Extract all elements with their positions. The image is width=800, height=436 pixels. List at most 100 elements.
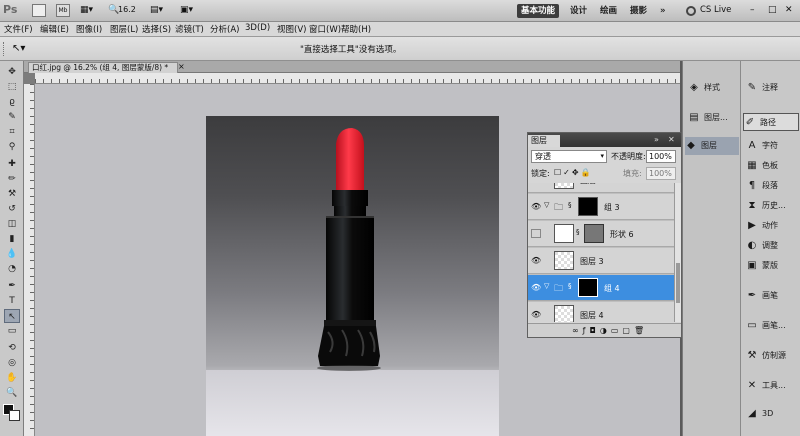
cs-live-button[interactable]: CS Live	[700, 5, 740, 17]
workspace-essentials[interactable]: 基本功能	[517, 4, 560, 18]
workspace-photography[interactable]: 摄影	[626, 4, 651, 18]
type-tool-icon[interactable]: T	[4, 294, 20, 308]
document-tab[interactable]: 口红.jpg @ 16.2% (组 4, 图层蒙版/8) *	[28, 62, 178, 73]
document-close-button[interactable]: ×	[178, 62, 188, 72]
menu-3d[interactable]: 3D(D)	[245, 23, 270, 33]
expand-arrow-icon[interactable]: ▽	[544, 282, 549, 290]
eye-icon[interactable]: 👁	[531, 310, 541, 319]
eye-icon[interactable]: 👁	[531, 183, 541, 184]
delete-layer-icon[interactable]: 🗑	[634, 326, 648, 335]
lasso-tool-icon[interactable]: ϱ	[4, 95, 20, 109]
lock-icons[interactable]: ☐✓✥🔒	[554, 168, 602, 180]
eye-icon[interactable]: 👁	[531, 202, 541, 211]
dock-notes[interactable]: ✎ 注释	[746, 79, 778, 97]
opacity-input[interactable]: 100%	[646, 150, 676, 163]
layers-tab[interactable]: 图层	[528, 135, 560, 147]
view-extras-dropdown[interactable]: ▦▾	[80, 5, 98, 17]
mini-bridge-icon[interactable]: Mb	[56, 4, 70, 17]
dock-brush-presets[interactable]: ▭ 画笔...	[746, 317, 785, 335]
dock-swatches[interactable]: ▦ 色板	[746, 157, 778, 175]
dock-tool-presets[interactable]: ✕ 工具...	[746, 377, 786, 395]
blend-mode-select[interactable]: 穿透 ▾	[531, 150, 607, 163]
pen-tool-icon[interactable]: ✒	[4, 279, 20, 293]
menu-view[interactable]: 视图(V)	[277, 23, 306, 35]
menu-layer[interactable]: 图层(L)	[110, 23, 138, 35]
zoom-level[interactable]: 16.2	[118, 5, 142, 17]
layer-row[interactable]: 👁 图层	[528, 183, 674, 193]
eyedropper-tool-icon[interactable]: ⚲	[4, 140, 20, 154]
layer-row-group-4[interactable]: 👁 ▽ 🗀 § 组 4	[528, 275, 674, 301]
maximize-button[interactable]: □	[768, 5, 778, 17]
menu-analysis[interactable]: 分析(A)	[210, 23, 239, 35]
dock-styles[interactable]: ◈ 样式	[688, 79, 720, 97]
brush-tool-icon[interactable]: ✏	[4, 172, 20, 186]
screen-mode-dropdown[interactable]: ▣▾	[180, 5, 198, 17]
dock-adjustments[interactable]: ◐ 调整	[746, 237, 778, 255]
dock-paragraph[interactable]: ¶ 段落	[746, 177, 778, 195]
3d-rotate-tool-icon[interactable]: ⟲	[4, 341, 20, 355]
direct-selection-tool-icon[interactable]: ↖	[4, 309, 20, 323]
menu-filter[interactable]: 滤镜(T)	[175, 23, 204, 35]
menu-help[interactable]: 帮助(H)	[341, 23, 371, 35]
expand-arrow-icon[interactable]: ▽	[544, 201, 549, 209]
eye-icon-hidden[interactable]	[531, 229, 541, 238]
dock-brushes[interactable]: ✒ 画笔	[746, 287, 778, 305]
fill-input[interactable]: 100%	[646, 167, 676, 180]
direct-selection-tool-icon[interactable]: ↖▾	[12, 43, 30, 55]
dock-character[interactable]: A 字符	[746, 137, 778, 155]
link-layers-icon[interactable]: ∞	[572, 326, 583, 335]
new-group-icon[interactable]: ▭	[611, 326, 623, 335]
dock-masks[interactable]: ▣ 蒙版	[746, 257, 778, 275]
hand-tool-icon[interactable]: ✋	[4, 371, 20, 385]
workspace-painting[interactable]: 绘画	[596, 4, 621, 18]
launch-bridge-icon[interactable]	[32, 4, 46, 17]
tool-presets-icon: ✕	[747, 380, 757, 391]
panel-collapse-icon[interactable]: »	[654, 135, 664, 145]
add-mask-icon[interactable]: ◘	[590, 326, 600, 335]
move-tool-icon[interactable]: ✥	[4, 65, 20, 79]
arrange-documents-dropdown[interactable]: ▤▾	[150, 5, 168, 17]
new-layer-icon[interactable]: ▢	[622, 326, 634, 335]
menu-edit[interactable]: 编辑(E)	[40, 23, 69, 35]
dock-history[interactable]: ⧗ 历史...	[746, 197, 785, 215]
layer-row-layer-4[interactable]: 👁 图层 4	[528, 302, 674, 322]
eye-icon[interactable]: 👁	[531, 256, 541, 265]
blur-tool-icon[interactable]: 💧	[4, 247, 20, 261]
healing-brush-tool-icon[interactable]: ✚	[4, 157, 20, 171]
zoom-tool-icon[interactable]: 🔍	[4, 386, 20, 400]
background-color-swatch[interactable]	[9, 410, 20, 421]
menu-window[interactable]: 窗口(W)	[309, 23, 341, 35]
marquee-tool-icon[interactable]: ⬚	[4, 80, 20, 94]
layer-row-shape-6[interactable]: § 形状 6	[528, 221, 674, 247]
dodge-tool-icon[interactable]: ◔	[4, 262, 20, 276]
close-button[interactable]: ✕	[785, 5, 795, 17]
dock-clone-source[interactable]: ⚒ 仿制源	[746, 347, 786, 365]
menu-select[interactable]: 选择(S)	[142, 23, 171, 35]
adjustment-layer-icon[interactable]: ◑	[600, 326, 611, 335]
menu-file[interactable]: 文件(F)	[4, 23, 33, 35]
eraser-tool-icon[interactable]: ◫	[4, 217, 20, 231]
fx-icon[interactable]: ƒ	[583, 326, 590, 335]
dock-layer-comps[interactable]: ▤ 图层...	[688, 109, 727, 127]
menu-image[interactable]: 图像(I)	[76, 23, 102, 35]
shape-tool-icon[interactable]: ▭	[4, 324, 20, 338]
layer-row-group-3[interactable]: 👁 ▽ 🗀 § 组 3	[528, 194, 674, 220]
layer-row-layer-3[interactable]: 👁 图层 3	[528, 248, 674, 274]
gradient-tool-icon[interactable]: ▮	[4, 232, 20, 246]
dock-paths[interactable]: ✐ 路径	[743, 113, 799, 131]
3d-orbit-tool-icon[interactable]: ◎	[4, 356, 20, 370]
clone-stamp-tool-icon[interactable]: ⚒	[4, 187, 20, 201]
layers-scrollbar[interactable]	[674, 183, 681, 322]
minimize-button[interactable]: –	[750, 5, 760, 17]
history-brush-tool-icon[interactable]: ↺	[4, 202, 20, 216]
quick-selection-tool-icon[interactable]: ✎	[4, 110, 20, 124]
dock-actions[interactable]: ▶ 动作	[746, 217, 778, 235]
dock-layers[interactable]: ◆ 图层	[685, 137, 739, 155]
crop-tool-icon[interactable]: ⌗	[4, 125, 20, 139]
workspace-design[interactable]: 设计	[566, 4, 591, 18]
workspace-expand[interactable]: »	[656, 4, 670, 18]
scrollbar-thumb[interactable]	[676, 263, 680, 303]
eye-icon[interactable]: 👁	[531, 283, 541, 292]
dock-3d[interactable]: ◢ 3D	[746, 405, 773, 423]
panel-close-icon[interactable]: ✕	[668, 135, 678, 145]
